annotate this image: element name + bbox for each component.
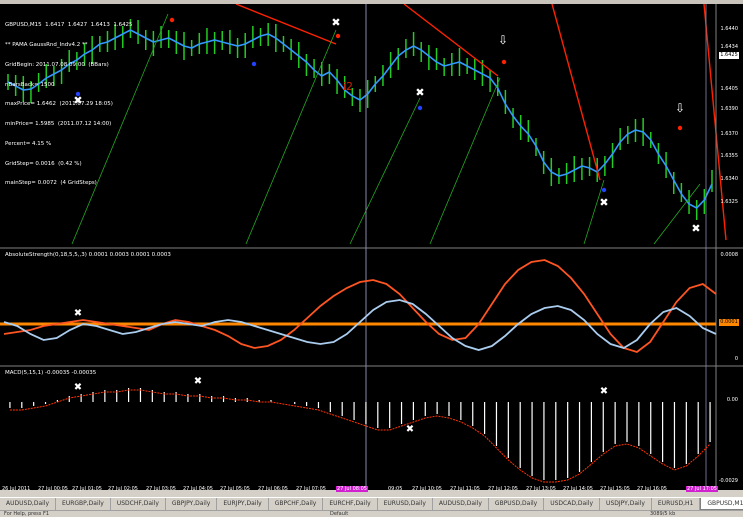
time-axis-label: 27 Jul 14:05 <box>563 486 593 492</box>
info-line: GridStep= 0.0016 (0.42 %) <box>5 160 82 167</box>
price-axis-label: 1.6325 <box>720 199 739 205</box>
absolute-strength-bull-line <box>3 259 717 353</box>
sell-signal-dot <box>335 33 341 39</box>
chart-tab[interactable]: EURJPY,Daily <box>217 498 269 510</box>
current-price-tag: 1.6425 <box>719 52 739 59</box>
info-line: maxPrice= 1.6462 (2011.07.29 18:05) <box>5 101 113 108</box>
chart-tab[interactable]: EURUSD,Daily <box>378 498 433 510</box>
info-line: Percent= 4.15 % <box>5 140 52 147</box>
price-axis-label: 1.6390 <box>720 106 739 112</box>
price-axis-label: 1.6440 <box>720 26 739 32</box>
signal-cross-icon: ✖ <box>415 86 424 99</box>
chart-tab[interactable]: EURCHF,Daily <box>323 498 378 510</box>
sell-signal-dot <box>169 17 175 23</box>
time-axis-label: 27 Jul 16:05 <box>637 486 667 492</box>
chart-tab[interactable]: EURUSD,H1 <box>652 498 701 510</box>
macd-axis-bottom: -0.0029 <box>718 478 738 484</box>
status-bar: For Help, press F1 Default 3089/5 kb <box>0 510 743 517</box>
chart-tabs-bar: AUDUSD,Daily EURGBP,Daily USDCHF,Daily GBPJ… <box>0 497 743 510</box>
price-axis-label: 1.6434 <box>720 44 739 50</box>
chart-tab[interactable]: AUDUSD,Daily <box>0 498 57 510</box>
time-axis-label: 27 Jul 05:05 <box>220 486 250 492</box>
macd-pane: ✖ ✖ ✖ ✖ <box>9 376 711 483</box>
signal-cross-icon: ✖ <box>74 308 82 319</box>
down-arrow-icon: ⇩ <box>498 33 508 47</box>
chart-tab[interactable]: EURGBP,Daily <box>56 498 111 510</box>
time-axis-label: 27 Jul 17:05 <box>686 486 718 492</box>
down-arrow-icon: ⇩ <box>675 101 685 115</box>
signal-cross-icon: ✖ <box>691 222 700 235</box>
time-axis-label: 26 Jul 2011 <box>2 486 31 492</box>
time-axis-label: 27 Jul 01:05 <box>72 486 102 492</box>
time-axis-label: 27 Jul 10:05 <box>412 486 442 492</box>
buy-signal-dot <box>601 187 607 193</box>
trend-line-green <box>349 97 421 245</box>
signal-cross-icon: ✖ <box>406 424 414 435</box>
time-axis-label: 27 Jul 07:05 <box>296 486 326 492</box>
signal-cross-icon: ✖ <box>600 386 608 397</box>
buy-signal-dot <box>417 105 423 111</box>
signal-cross-icon: ✖ <box>194 376 202 387</box>
as-axis-bottom: 0 <box>734 356 738 362</box>
trend-line-green <box>245 29 337 245</box>
trend-line-red <box>235 4 337 45</box>
signal-cross-icon: ✖ <box>331 16 340 29</box>
info-line: minPrice= 1.5985 (2011.07.12 14:00) <box>5 121 112 128</box>
time-axis-label: 27 Jul 12:05 <box>488 486 518 492</box>
time-axis-label: 27 Jul 08:05 <box>336 486 368 492</box>
macd-axis-top: 0.00 <box>726 397 738 403</box>
time-axis-label: 27 Jul 02:05 <box>108 486 138 492</box>
sell-signal-dot <box>677 125 683 131</box>
status-help: For Help, press F1 <box>4 511 50 517</box>
chart-tab[interactable]: USDCAD,Daily <box>544 498 601 510</box>
macd-signal-line <box>9 389 711 483</box>
trend-line-red <box>551 4 601 181</box>
absolute-strength-label: AbsoluteStrength(0,18,5,5,,3) 0.0001 0.0… <box>5 252 171 258</box>
info-line: ** PAMA GaussRnd_Indv4.2 ** <box>5 41 88 48</box>
status-traffic: 3089/5 kb <box>650 511 676 517</box>
price-axis-label: 1.6355 <box>720 153 739 159</box>
trend-line-green <box>653 183 701 245</box>
absolute-strength-pane: ✖ <box>0 259 717 353</box>
chart-tab[interactable]: GBPUSD,M15 <box>700 498 743 510</box>
info-line: mainStep= 0.0072 (4 GridSteps) <box>5 180 97 187</box>
price-axis-label: 1.6405 <box>720 86 739 92</box>
chart-tab[interactable]: AUDUSD,Daily <box>433 498 489 510</box>
time-axis-label: 27 Jul 06:05 <box>258 486 288 492</box>
as-level-tag: 0.0001 <box>719 319 739 326</box>
symbol-line: GBPUSD,M15 1.6417 1.6427 1.6413 1.6425 <box>5 22 133 29</box>
time-axis-label: 27 Jul 15:05 <box>600 486 630 492</box>
trend-line-red <box>403 4 499 77</box>
signal-cross-icon: ✖ <box>74 382 82 393</box>
chart-tab[interactable]: GBPUSD,Daily <box>489 498 545 510</box>
buy-signal-dot <box>251 61 257 67</box>
time-axis-label: 09:05 <box>388 486 403 492</box>
chart-tab[interactable]: USDJPY,Daily <box>600 498 652 510</box>
time-axis-label: 27 Jul 13:05 <box>526 486 556 492</box>
chart-tab[interactable]: GBPCHF,Daily <box>269 498 324 510</box>
signal-annotation: i2 <box>343 80 354 93</box>
as-axis-top: 0.0008 <box>720 252 739 258</box>
price-axis-label: 1.6340 <box>720 176 739 182</box>
chart-window[interactable]: ✖ ✖ ✖ ✖ ✖ ⇩ ⇩ ✖ ✖ ✖ ✖ ✖ GBPUSD,M15 1.6417 1.6427 … <box>0 4 743 490</box>
price-axis-label: 1.6370 <box>720 131 739 137</box>
chart-tab[interactable]: USDCHF,Daily <box>111 498 166 510</box>
signal-cross-icon: ✖ <box>599 196 608 209</box>
macd-label: MACD(5,15,1) -0.00035 -0.00035 <box>5 370 97 376</box>
sell-signal-dot <box>501 59 507 65</box>
time-axis-label: 27 Jul 04:05 <box>183 486 213 492</box>
info-line: GridBegin: 2011.07.08 09:00 (BBars) <box>5 61 109 68</box>
time-axis-label: 27 Jul 00:05 <box>38 486 68 492</box>
chart-tab[interactable]: GBPJPY,Daily <box>166 498 218 510</box>
time-axis-label: 27 Jul 03:05 <box>146 486 176 492</box>
trend-line-green <box>583 179 605 245</box>
status-profile: Default <box>330 511 349 517</box>
trend-line-green <box>429 77 501 245</box>
chart-info-panel: GBPUSD,M15 1.6417 1.6427 1.6413 1.6425 *… <box>5 9 133 200</box>
info-line: nBarsBack= 1500 <box>5 81 55 88</box>
time-axis-label: 27 Jul 11:05 <box>450 486 480 492</box>
